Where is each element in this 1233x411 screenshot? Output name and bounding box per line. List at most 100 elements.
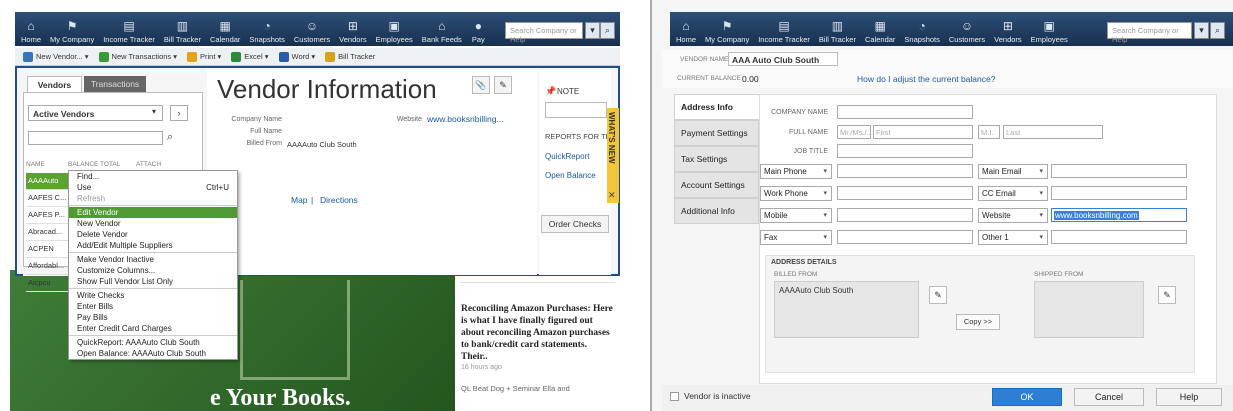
edit-billed-button[interactable]: ✎: [929, 286, 947, 304]
cancel-button[interactable]: Cancel: [1074, 388, 1144, 406]
vendor-row[interactable]: ACPEN: [26, 241, 71, 258]
left-search-dropdown[interactable]: ▾: [585, 22, 600, 39]
active-vendors-select[interactable]: Active Vendors: [28, 105, 163, 121]
nav-item[interactable]: ☺ Customers: [294, 19, 330, 44]
col-name[interactable]: NAME: [26, 161, 68, 173]
tab-vendors[interactable]: Vendors: [27, 76, 82, 92]
menu-item[interactable]: Use Ctrl+U: [69, 182, 237, 193]
contact-type-select[interactable]: Website: [978, 208, 1048, 223]
phone-field[interactable]: [837, 186, 973, 200]
nav-item[interactable]: ⊞ Vendors: [339, 19, 367, 44]
menu-item[interactable]: Make Vendor Inactive: [69, 254, 237, 265]
help-button[interactable]: Help: [1156, 388, 1222, 406]
vendor-name-input[interactable]: AAA Auto Club South: [728, 52, 838, 66]
right-search-icon[interactable]: ⌕: [1210, 22, 1225, 39]
phone-type-select[interactable]: Fax: [760, 230, 832, 245]
attach-button[interactable]: 📎: [472, 76, 490, 94]
order-checks-button[interactable]: Order Checks: [541, 215, 609, 233]
nav-item[interactable]: ▦ Calendar: [210, 19, 240, 44]
menu-item[interactable]: Write Checks: [69, 290, 237, 301]
contact-type-select[interactable]: Main Email: [978, 164, 1048, 179]
menu-item[interactable]: Delete Vendor: [69, 229, 237, 240]
tab-transactions[interactable]: Transactions: [84, 76, 146, 92]
toolbar-button[interactable]: New Vendor... ▾: [23, 51, 89, 62]
phone-field[interactable]: [837, 230, 973, 244]
close-icon[interactable]: ✕: [608, 190, 616, 201]
nav-item[interactable]: ⚑ My Company: [705, 19, 749, 44]
vendor-tab[interactable]: Payment Settings: [674, 120, 759, 146]
nav-item[interactable]: ◔ Snapshots: [904, 19, 939, 44]
menu-item[interactable]: Enter Bills: [69, 301, 237, 312]
vendor-search-input[interactable]: [28, 131, 163, 145]
vendor-row[interactable]: AAFES C...: [26, 190, 71, 207]
map-link[interactable]: Map: [291, 195, 308, 205]
vendor-row[interactable]: Abracad...: [26, 224, 71, 241]
toolbar-button[interactable]: New Transactions ▾: [98, 51, 177, 62]
menu-item[interactable]: Customize Columns...: [69, 265, 237, 276]
vendor-row[interactable]: AAFES P...: [26, 207, 71, 224]
nav-item[interactable]: ☺ Customers: [949, 19, 985, 44]
nav-item[interactable]: ⌂ Bank Feeds: [422, 19, 462, 44]
phone-type-select[interactable]: Mobile: [760, 208, 832, 223]
vendor-tab[interactable]: Additional Info: [674, 198, 759, 224]
menu-item[interactable]: QuickReport: AAAAuto Club South: [69, 337, 237, 348]
copy-button[interactable]: Copy >>: [956, 314, 1000, 330]
note-box[interactable]: [545, 102, 607, 118]
shipped-from-box[interactable]: [1034, 281, 1144, 338]
quickreport-link[interactable]: QuickReport: [545, 152, 589, 161]
contact-type-select[interactable]: CC Email: [978, 186, 1048, 201]
phone-type-select[interactable]: Work Phone: [760, 186, 832, 201]
nav-item[interactable]: ◔ Snapshots: [249, 19, 284, 44]
company-name-field[interactable]: [837, 105, 973, 119]
menu-item[interactable]: New Vendor: [69, 218, 237, 229]
billed-from-box[interactable]: AAAAuto Club South: [774, 281, 919, 338]
nav-item[interactable]: ● Pay: [471, 19, 486, 44]
contact-field[interactable]: [1051, 164, 1187, 178]
right-search-dropdown[interactable]: ▾: [1194, 22, 1209, 39]
phone-field[interactable]: [837, 164, 973, 178]
adjust-balance-link[interactable]: How do I adjust the current balance?: [857, 74, 995, 84]
ok-button[interactable]: OK: [992, 388, 1062, 406]
nav-item[interactable]: ▥ Bill Tracker: [164, 19, 201, 44]
vendor-tab[interactable]: Account Settings: [674, 172, 759, 198]
menu-item[interactable]: Pay Bills: [69, 312, 237, 323]
phone-field[interactable]: [837, 208, 973, 222]
phone-type-select[interactable]: Main Phone: [760, 164, 832, 179]
edit-shipped-button[interactable]: ✎: [1158, 286, 1176, 304]
menu-item[interactable]: Add/Edit Multiple Suppliers: [69, 240, 237, 251]
nav-item[interactable]: ⌂ Home: [21, 19, 41, 44]
directions-link[interactable]: Directions: [320, 195, 358, 205]
menu-item[interactable]: Edit Vendor: [69, 207, 237, 218]
middle-initial-field[interactable]: M.I.: [978, 125, 1000, 139]
nav-item[interactable]: ⚑ My Company: [50, 19, 94, 44]
open-balance-link[interactable]: Open Balance: [545, 171, 596, 180]
article-title[interactable]: Reconciling Amazon Purchases: Here is wh…: [455, 283, 620, 363]
nav-item[interactable]: ▤ Income Tracker: [758, 19, 810, 44]
menu-item[interactable]: Find...: [69, 171, 237, 182]
job-title-field[interactable]: [837, 144, 973, 158]
vendor-tab[interactable]: Address Info: [674, 94, 759, 120]
website-link[interactable]: www.booksnbilling...: [427, 114, 504, 124]
nav-item[interactable]: ▣ Employees: [376, 19, 413, 44]
nav-item[interactable]: ⌂ Home: [676, 19, 696, 44]
menu-item[interactable]: Enter Credit Card Charges: [69, 323, 237, 334]
contact-field[interactable]: www.booksnbilling.com: [1051, 208, 1187, 222]
menu-item[interactable]: Refresh: [69, 193, 237, 204]
nav-item[interactable]: ⊞ Vendors: [994, 19, 1022, 44]
vendor-tab[interactable]: Tax Settings: [674, 146, 759, 172]
toolbar-button[interactable]: Excel ▾: [231, 51, 269, 62]
vendor-row[interactable]: Affordabl...: [26, 258, 71, 275]
nav-item[interactable]: ▥ Bill Tracker: [819, 19, 856, 44]
left-search-icon[interactable]: ⌕: [600, 22, 615, 39]
contact-field[interactable]: [1051, 186, 1187, 200]
toolbar-button[interactable]: Word ▾: [278, 51, 315, 62]
whats-new-tab[interactable]: WHAT'S NEW ✕: [607, 108, 619, 203]
right-search-input[interactable]: Search Company or Help: [1107, 22, 1192, 44]
toolbar-button[interactable]: Print ▾: [187, 51, 221, 62]
nav-item[interactable]: ▦ Calendar: [865, 19, 895, 44]
left-search-input[interactable]: Search Company or Help: [505, 22, 583, 44]
search-icon[interactable]: ⌕: [167, 131, 173, 144]
contact-type-select[interactable]: Other 1: [978, 230, 1048, 245]
edit-pencil-button[interactable]: ✎: [494, 76, 512, 94]
nav-item[interactable]: ▣ Employees: [1031, 19, 1068, 44]
